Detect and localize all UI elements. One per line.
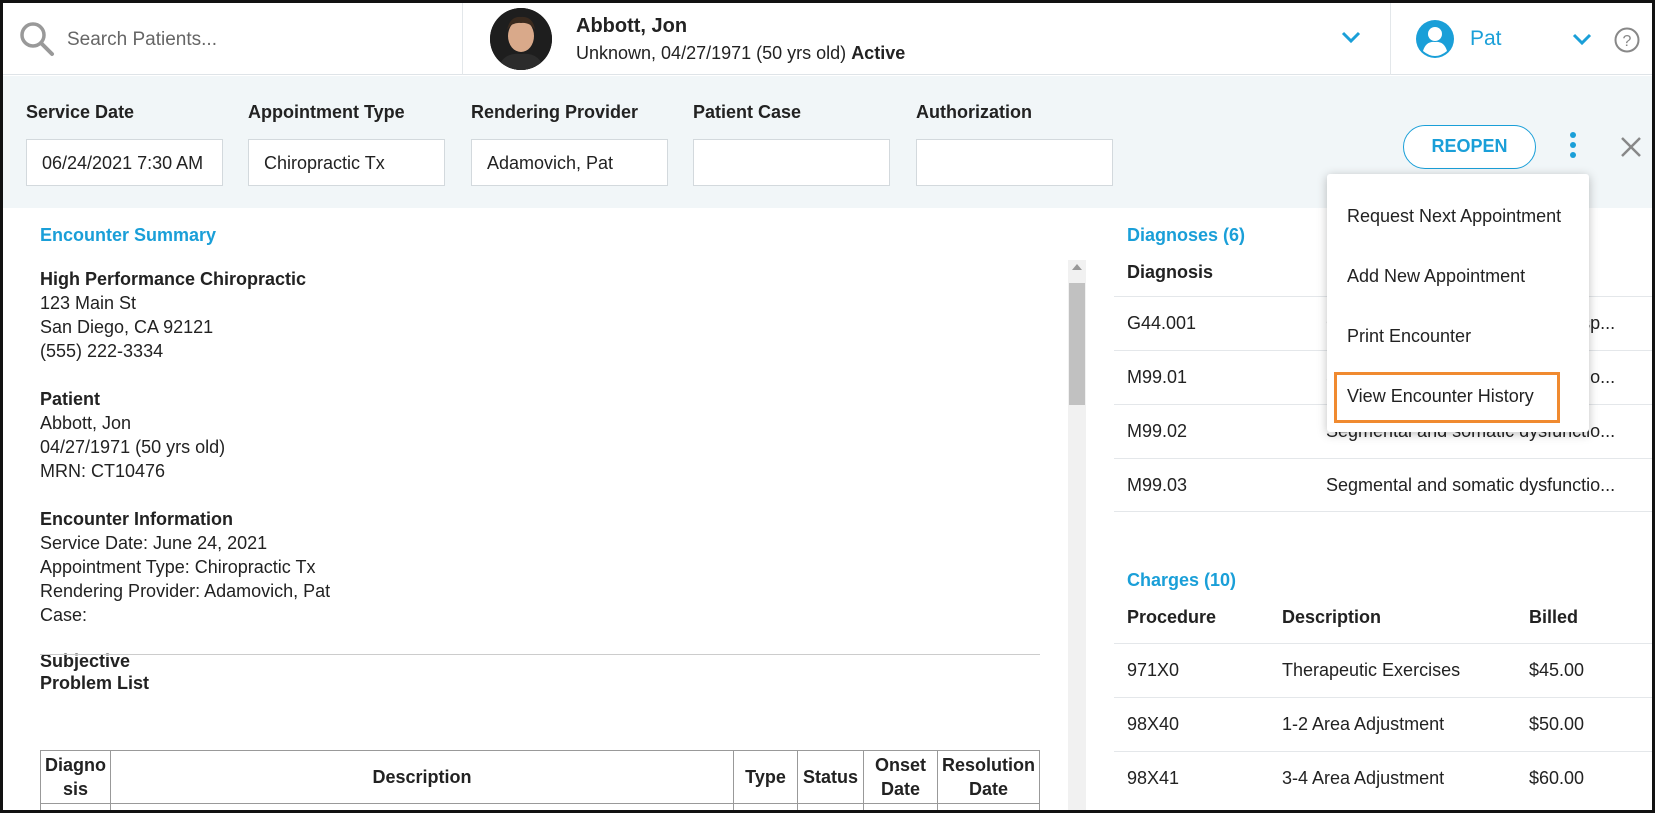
- charge-description: 1-2 Area Adjustment: [1282, 714, 1445, 734]
- rendering-provider-input[interactable]: Adamovich, Pat: [471, 139, 668, 186]
- encounter-summary-panel: Encounter Summary High Performance Chiro…: [27, 212, 1091, 810]
- encounter-provider: Rendering Provider: Adamovich, Pat: [40, 581, 331, 601]
- table-row[interactable]: M99.03 Segmental and somatic dysfunctio.…: [1114, 458, 1652, 512]
- search-input[interactable]: [67, 25, 427, 55]
- column-header-diagnosis: Diagnosis: [1127, 262, 1214, 282]
- help-icon[interactable]: ?: [1614, 27, 1640, 53]
- chevron-down-icon[interactable]: [1572, 31, 1592, 47]
- summary-patient-name: Abbott, Jon: [40, 413, 132, 433]
- diagnosis-code: G44.001: [1127, 313, 1197, 333]
- app-window: Abbott, Jon Unknown, 04/27/1971 (50 yrs …: [0, 0, 1655, 813]
- patient-avatar: [490, 8, 552, 70]
- column-header-resolution-date: Resolution Date: [937, 750, 1040, 804]
- authorization-input[interactable]: [916, 139, 1113, 186]
- authorization-label: Authorization: [916, 102, 1032, 122]
- problem-list-heading: Problem List: [40, 673, 150, 693]
- column-header-status: Status: [797, 750, 864, 804]
- scrollbar[interactable]: [1068, 260, 1086, 810]
- service-date-input[interactable]: 06/24/2021 7:30 AM: [26, 139, 223, 186]
- encounter-info: Encounter Information Service Date: June…: [40, 507, 1040, 627]
- encounter-service-date: Service Date: June 24, 2021: [40, 533, 268, 553]
- practice-info: High Performance Chiropractic 123 Main S…: [40, 267, 1040, 363]
- column-header-onset-date: Onset Date: [863, 750, 938, 804]
- patient-status: Active: [851, 43, 906, 63]
- column-header-type: Type: [733, 750, 798, 804]
- section-divider: [40, 654, 1040, 655]
- diagnoses-title[interactable]: Diagnoses (6): [1127, 225, 1245, 246]
- charges-title[interactable]: Charges (10): [1127, 570, 1236, 591]
- menu-item-print-encounter[interactable]: Print Encounter: [1327, 314, 1589, 358]
- summary-patient-info: Patient Abbott, Jon 04/27/1971 (50 yrs o…: [40, 387, 1040, 483]
- column-header-diagnosis: Diagno sis: [40, 750, 111, 804]
- appointment-type-input[interactable]: Chiropractic Tx: [248, 139, 445, 186]
- column-header-procedure: Procedure: [1127, 607, 1217, 627]
- search-icon[interactable]: [19, 21, 55, 57]
- summary-patient-dob: 04/27/1971 (50 yrs old): [40, 437, 226, 457]
- charge-procedure: 98X41: [1127, 768, 1180, 788]
- charge-billed: $50.00: [1529, 714, 1585, 734]
- scroll-thumb[interactable]: [1069, 283, 1085, 405]
- menu-item-add-new-appointment[interactable]: Add New Appointment: [1327, 254, 1589, 298]
- practice-phone: (555) 222-3334: [40, 341, 164, 361]
- rendering-provider-label: Rendering Provider: [471, 102, 639, 122]
- patient-name: Abbott, Jon: [576, 15, 688, 37]
- charge-description: Therapeutic Exercises: [1282, 660, 1461, 680]
- service-date-label: Service Date: [26, 102, 135, 122]
- encounter-case: Case:: [40, 605, 88, 625]
- svg-text:?: ?: [1623, 33, 1632, 50]
- column-header-description: Description: [110, 750, 734, 804]
- table-row[interactable]: 98X41 3-4 Area Adjustment $60.00: [1114, 751, 1652, 805]
- practice-name: High Performance Chiropractic: [40, 269, 307, 289]
- table-row[interactable]: 971X0 Therapeutic Exercises $45.00: [1114, 643, 1652, 697]
- practice-city: San Diego, CA 92121: [40, 317, 214, 337]
- appointment-type-label: Appointment Type: [248, 102, 405, 122]
- encounter-summary-title: Encounter Summary: [40, 225, 217, 245]
- charge-procedure: 98X40: [1127, 714, 1180, 734]
- charges-panel: Charges (10) Procedure Description Bille…: [1114, 557, 1652, 810]
- highlight-box: [1334, 372, 1560, 423]
- patient-case-input[interactable]: [693, 139, 890, 186]
- column-header-description: Description: [1282, 607, 1382, 627]
- charge-description: 3-4 Area Adjustment: [1282, 768, 1445, 788]
- encounter-info-heading: Encounter Information: [40, 509, 233, 529]
- diagnosis-code: M99.01: [1127, 367, 1188, 387]
- patient-search: [3, 3, 463, 75]
- problem-list-table: Diagno sis Description Type Status Onset…: [40, 750, 1040, 810]
- patient-details: Unknown, 04/27/1971 (50 yrs old) Active: [576, 43, 905, 64]
- more-options-icon[interactable]: [1566, 129, 1580, 163]
- subjective-heading: Subjective: [40, 651, 131, 671]
- charge-billed: $60.00: [1529, 768, 1585, 788]
- user-name[interactable]: Pat: [1470, 27, 1502, 51]
- chevron-down-icon[interactable]: [1340, 29, 1362, 45]
- column-header-billed: Billed: [1529, 607, 1579, 627]
- menu-item-request-next-appointment[interactable]: Request Next Appointment: [1327, 194, 1589, 238]
- diagnosis-code: M99.02: [1127, 421, 1188, 441]
- user-avatar-icon[interactable]: [1416, 20, 1454, 58]
- diagnosis-code: M99.03: [1127, 475, 1188, 495]
- table-row: [40, 803, 1040, 810]
- encounter-appointment-type: Appointment Type: Chiropractic Tx: [40, 557, 316, 577]
- user-menu[interactable]: Pat ?: [1392, 3, 1652, 75]
- encounter-summary-body: High Performance Chiropractic 123 Main S…: [40, 267, 1040, 673]
- patient-banner: Abbott, Jon Unknown, 04/27/1971 (50 yrs …: [463, 3, 1391, 75]
- close-icon[interactable]: [1620, 136, 1642, 158]
- patient-heading: Patient: [40, 389, 101, 409]
- top-bar: Abbott, Jon Unknown, 04/27/1971 (50 yrs …: [3, 3, 1652, 75]
- table-row[interactable]: 98X40 1-2 Area Adjustment $50.00: [1114, 697, 1652, 751]
- charge-procedure: 971X0: [1127, 660, 1180, 680]
- scroll-up-arrow-icon[interactable]: [1072, 264, 1082, 270]
- charge-billed: $45.00: [1529, 660, 1585, 680]
- summary-patient-mrn: MRN: CT10476: [40, 461, 166, 481]
- diagnosis-description: Segmental and somatic dysfunctio...: [1326, 475, 1616, 495]
- patient-demographics: Unknown, 04/27/1971 (50 yrs old): [576, 43, 847, 63]
- reopen-button[interactable]: REOPEN: [1403, 125, 1536, 169]
- practice-street: 123 Main St: [40, 293, 137, 313]
- patient-case-label: Patient Case: [693, 102, 802, 122]
